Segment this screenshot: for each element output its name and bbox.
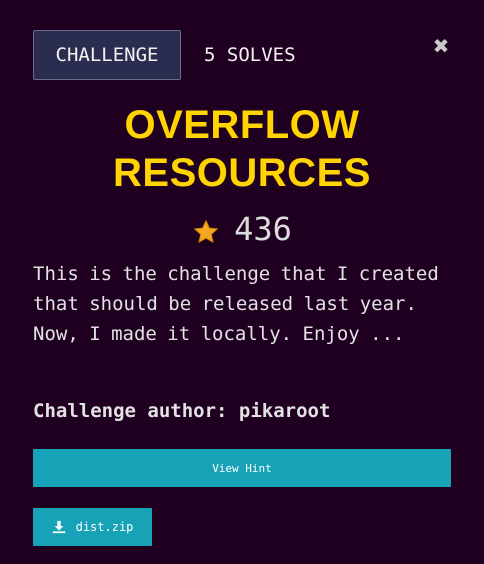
view-hint-label: View Hint — [212, 461, 272, 475]
challenge-description: This is the challenge that I created tha… — [33, 263, 439, 345]
star-icon — [194, 220, 218, 243]
download-icon — [52, 520, 65, 534]
challenge-title-line-2: RESOURCES — [113, 151, 371, 195]
challenge-title: OVERFLOW RESOURCES — [0, 101, 484, 197]
download-file-button[interactable]: dist.zip — [33, 508, 152, 546]
view-hint-button[interactable]: View Hint — [33, 449, 451, 487]
challenge-points: 436 — [234, 210, 292, 248]
challenge-title-line-1: OVERFLOW — [124, 103, 360, 147]
file-name-label: dist.zip — [75, 520, 134, 534]
tab-solves[interactable]: 5 SOLVES — [204, 30, 296, 80]
challenge-author: Challenge author: pikaroot — [33, 400, 331, 422]
points-row: 436 — [0, 206, 484, 252]
tab-challenge[interactable]: CHALLENGE — [33, 30, 181, 80]
close-icon[interactable]: ✖ — [430, 35, 452, 57]
